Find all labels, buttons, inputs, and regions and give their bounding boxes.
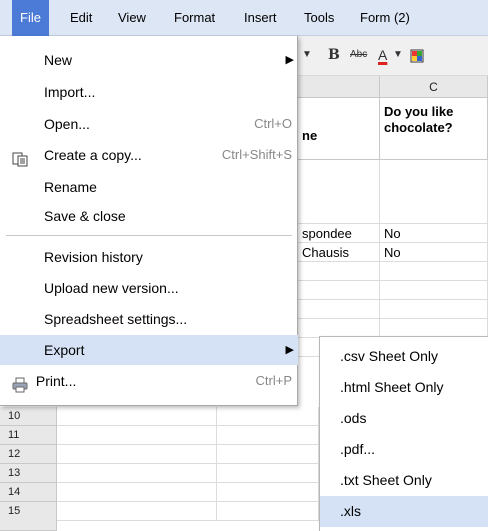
header-cell-b[interactable]: ne: [298, 98, 380, 160]
menu-item-upload-new-version[interactable]: Upload new version...: [0, 273, 298, 303]
cell[interactable]: [217, 407, 319, 426]
submenu-arrow-icon: ▶: [285, 344, 294, 356]
menu-format[interactable]: Format: [166, 0, 223, 36]
menu-item-label: Create a copy...: [44, 147, 142, 163]
row-header-14[interactable]: 14: [0, 483, 57, 502]
dropdown-arrow-icon[interactable]: ▼: [302, 44, 312, 66]
file-menu: New ▶ Import... Open... Ctrl+O Create a …: [0, 36, 298, 406]
export-csv[interactable]: .csv Sheet Only: [320, 341, 488, 372]
cell-b-row2[interactable]: Chausis: [298, 243, 380, 262]
export-txt[interactable]: .txt Sheet Only: [320, 465, 488, 496]
menu-item-label: Import...: [44, 84, 96, 100]
menu-item-export[interactable]: Export ▶: [0, 335, 298, 365]
menu-item-label: New: [44, 52, 73, 68]
menu-item-print[interactable]: Print... Ctrl+P: [0, 366, 298, 396]
cell[interactable]: [57, 483, 217, 502]
column-header-c[interactable]: C: [380, 76, 488, 98]
menu-item-label: Export: [44, 342, 85, 358]
cell[interactable]: [380, 262, 488, 281]
menu-item-revision-history[interactable]: Revision history: [0, 242, 298, 272]
menu-item-label: Upload new version...: [44, 280, 179, 296]
cell[interactable]: [380, 160, 488, 224]
cell[interactable]: [298, 281, 380, 300]
row-header-13[interactable]: 13: [0, 464, 57, 483]
menu-item-label: Print...: [35, 373, 77, 389]
cell[interactable]: [57, 464, 217, 483]
text-color-button[interactable]: A: [378, 44, 387, 66]
menu-item-label: Revision history: [44, 249, 143, 265]
menu-item-label: Spreadsheet settings...: [44, 311, 188, 327]
cell[interactable]: [57, 445, 217, 464]
submenu-arrow-icon: ▶: [285, 54, 294, 66]
cell[interactable]: [217, 445, 319, 464]
cell-b-row1[interactable]: spondee: [298, 224, 380, 243]
bold-button[interactable]: B: [328, 44, 340, 66]
cell-c-row1[interactable]: No: [380, 224, 488, 243]
cell[interactable]: [217, 502, 319, 521]
cell-c-row2[interactable]: No: [380, 243, 488, 262]
header-cell-c[interactable]: Do you like chocolate?: [380, 98, 488, 160]
printer-icon: [12, 373, 28, 393]
menu-separator: [6, 235, 292, 236]
row-header-11[interactable]: 11: [0, 426, 57, 445]
toolbar: ▼ B Abc A ▼: [298, 36, 488, 76]
export-submenu: .csv Sheet Only .html Sheet Only .ods .p…: [319, 336, 488, 531]
column-header-b[interactable]: [298, 76, 380, 98]
menu-item-spreadsheet-settings[interactable]: Spreadsheet settings...: [0, 304, 298, 334]
export-ods[interactable]: .ods: [320, 403, 488, 434]
menu-item-new[interactable]: New ▶: [0, 45, 298, 75]
menu-item-label: Save & close: [44, 208, 126, 224]
shortcut-label: Ctrl+O: [254, 116, 292, 131]
cell[interactable]: [380, 300, 488, 319]
menu-item-save-close[interactable]: Save & close: [0, 201, 298, 231]
cell[interactable]: [57, 502, 217, 521]
cell[interactable]: [217, 426, 319, 445]
shortcut-label: Ctrl+Shift+S: [221, 147, 292, 162]
menu-form[interactable]: Form (2): [352, 0, 418, 36]
cell[interactable]: [298, 160, 380, 224]
menu-item-create-copy[interactable]: Create a copy... Ctrl+Shift+S: [0, 140, 298, 170]
menu-item-label: Rename: [44, 179, 97, 195]
menu-item-label: Open...: [44, 116, 90, 132]
cell[interactable]: [380, 281, 488, 300]
cell[interactable]: [217, 483, 319, 502]
export-xls[interactable]: .xls: [320, 496, 488, 527]
text-color-dropdown-icon[interactable]: ▼: [393, 44, 403, 66]
row-header-10[interactable]: 10: [0, 407, 57, 426]
menu-item-open[interactable]: Open... Ctrl+O: [0, 109, 298, 139]
strikethrough-button[interactable]: Abc: [350, 44, 367, 66]
cell[interactable]: [57, 407, 217, 426]
menu-edit[interactable]: Edit: [62, 0, 100, 36]
menu-view[interactable]: View: [110, 0, 154, 36]
row-header-12[interactable]: 12: [0, 445, 57, 464]
cell[interactable]: [298, 300, 380, 319]
fill-color-icon[interactable]: [410, 44, 424, 66]
menu-file[interactable]: File: [12, 0, 49, 36]
menu-insert[interactable]: Insert: [236, 0, 285, 36]
row-header-15[interactable]: 15: [0, 502, 57, 531]
shortcut-label: Ctrl+P: [255, 373, 292, 388]
menu-tools[interactable]: Tools: [296, 0, 342, 36]
copy-icon: [12, 147, 28, 167]
menu-item-import[interactable]: Import...: [0, 77, 298, 107]
export-pdf[interactable]: .pdf...: [320, 434, 488, 465]
cell[interactable]: [298, 262, 380, 281]
menu-bar: File Edit View Format Insert Tools Form …: [0, 0, 488, 36]
cell[interactable]: [57, 426, 217, 445]
menu-item-rename[interactable]: Rename: [0, 172, 298, 202]
cell[interactable]: [217, 464, 319, 483]
export-html[interactable]: .html Sheet Only: [320, 372, 488, 403]
